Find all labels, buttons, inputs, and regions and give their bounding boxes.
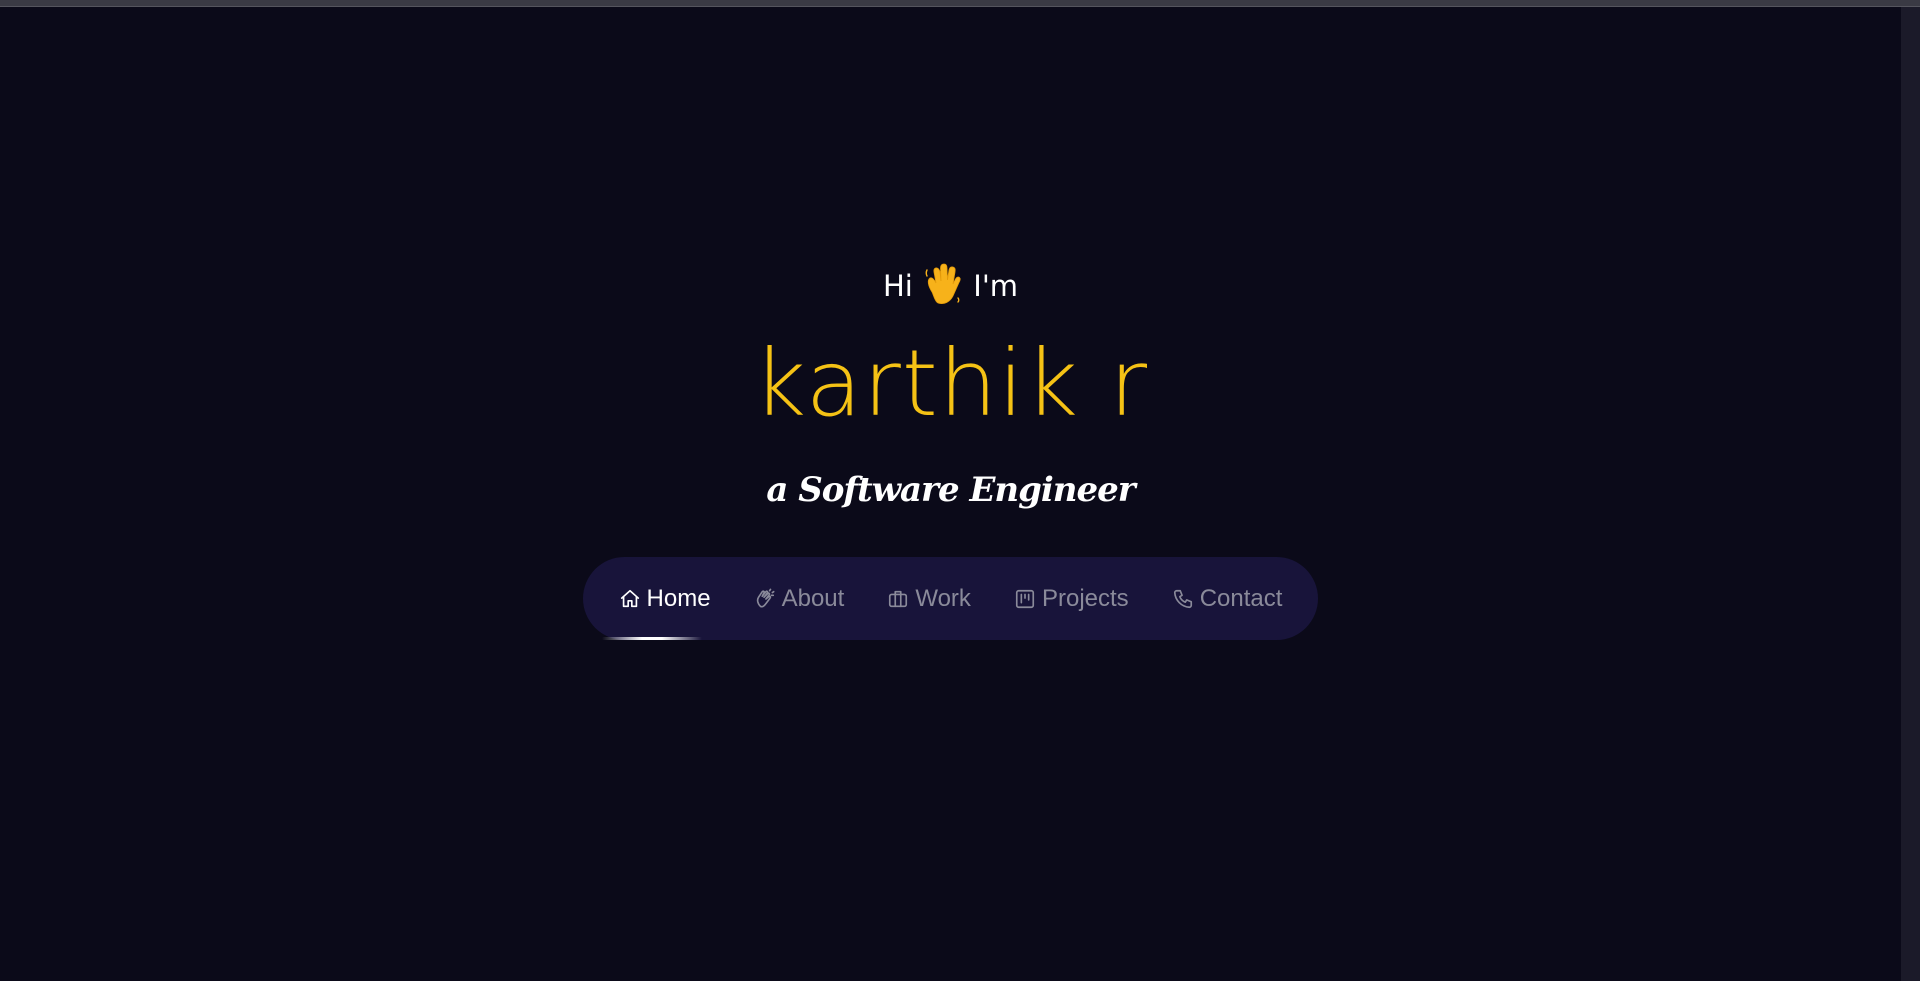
nav-item-label: Projects [1041,584,1129,612]
nav-item-label: Home [646,584,711,612]
briefcase-icon [889,590,908,607]
nav-item-about[interactable]: About [754,584,845,613]
active-nav-indicator [602,637,702,640]
greeting-prefix: Hi [882,269,913,303]
hero-role: a Software Engineer [766,470,1135,510]
nav-item-home[interactable]: Home [619,585,711,613]
hero-section: Hi I'm karthik r a Software Engineer Hom… [0,0,1901,981]
waving-hand-icon [924,262,962,306]
phone-icon [1173,589,1192,608]
scrollbar[interactable] [1901,7,1920,981]
greeting: Hi I'm [0,262,1901,306]
nav-item-label: Contact [1199,584,1283,612]
hero-name: karthik r [752,330,1149,437]
nav-item-label: About [781,584,845,612]
greeting-suffix: I'm [973,269,1019,303]
main-navigation: Home About Work Projects Contact [583,557,1318,640]
kanban-icon [1015,589,1035,608]
nav-item-work[interactable]: Work [887,585,971,613]
nav-item-contact[interactable]: Contact [1172,584,1283,613]
home-icon [620,589,639,607]
nav-item-projects[interactable]: Projects [1014,585,1129,613]
clap-icon [756,588,775,607]
nav-item-label: Work [915,584,971,612]
